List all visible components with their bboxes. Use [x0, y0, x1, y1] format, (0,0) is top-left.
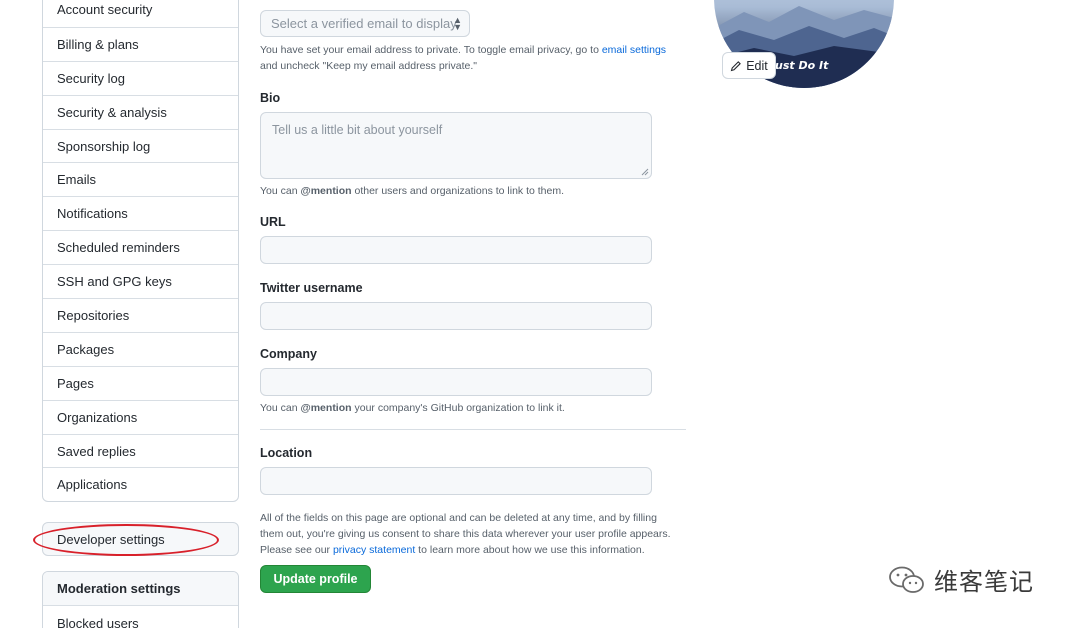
- sidebar-item-label: Saved replies: [57, 443, 136, 459]
- sidebar-item-security-analysis[interactable]: Security & analysis: [43, 94, 238, 129]
- bio-placeholder: Tell us a little bit about yourself: [272, 123, 443, 137]
- sidebar-item-repositories[interactable]: Repositories: [43, 298, 238, 332]
- company-note-text: You can: [260, 402, 301, 414]
- resize-handle-icon[interactable]: [641, 168, 649, 176]
- sidebar-item-label: Repositories: [57, 307, 130, 323]
- moderation-settings-heading: Moderation settings: [43, 572, 238, 606]
- wechat-watermark: 维客笔记: [888, 562, 1034, 597]
- twitter-label: Twitter username: [260, 281, 363, 295]
- sidebar-item-label: Security & analysis: [57, 104, 167, 120]
- wechat-logo-icon: [889, 566, 924, 593]
- section-divider: [260, 429, 686, 430]
- sidebar-item-billing-plans[interactable]: Billing & plans: [43, 26, 238, 61]
- avatar-edit-button[interactable]: Edit: [722, 52, 776, 79]
- bio-note: You can @mention other users and organiz…: [260, 183, 564, 199]
- email-note-text-2: and uncheck "Keep my email address priva…: [260, 60, 477, 72]
- sidebar-item-label: Pages: [57, 375, 94, 391]
- bio-textarea[interactable]: Tell us a little bit about yourself: [260, 112, 652, 179]
- company-input[interactable]: [260, 368, 652, 396]
- sidebar-item-blocked-users[interactable]: Blocked users: [43, 606, 238, 628]
- sidebar-item-label: Organizations: [57, 409, 138, 425]
- sidebar-item-emails[interactable]: Emails: [43, 162, 238, 196]
- pencil-icon: [730, 60, 742, 71]
- twitter-username-input[interactable]: [260, 302, 652, 330]
- sidebar-item-label: Notifications: [57, 206, 128, 222]
- sidebar-item-label: Emails: [57, 172, 97, 188]
- location-label: Location: [260, 446, 313, 460]
- sidebar-item-label: Packages: [57, 341, 115, 357]
- email-note-text: You have set your email address to priva…: [260, 44, 602, 56]
- company-note: You can @mention your company's GitHub o…: [260, 400, 565, 416]
- consent-text-4: to learn more about how we use this info…: [415, 544, 645, 556]
- consent-text-1: All of the fields on this page are optio…: [260, 512, 657, 524]
- sidebar-item-ssh-and-gpg-keys[interactable]: SSH and GPG keys: [43, 264, 238, 298]
- sidebar-item-label: Security log: [57, 70, 125, 86]
- sidebar-item-organizations[interactable]: Organizations: [43, 399, 238, 434]
- company-note-text-2: your company's GitHub organization to li…: [351, 402, 565, 414]
- sidebar-item-label: Developer settings: [57, 531, 165, 547]
- sidebar-item-label: Scheduled reminders: [57, 240, 180, 256]
- bio-note-text-2: other users and organizations to link to…: [351, 185, 565, 197]
- privacy-statement-link[interactable]: privacy statement: [333, 544, 415, 556]
- url-input[interactable]: [260, 236, 652, 264]
- avatar-edit-label: Edit: [746, 58, 768, 73]
- select-caret-icon: ▲ ▼: [453, 15, 462, 32]
- company-note-mention: @mention: [300, 402, 352, 414]
- watermark-text: 维客笔记: [934, 568, 1034, 596]
- profile-consent-note: All of the fields on this page are optio…: [260, 510, 690, 558]
- sidebar-item-label: SSH and GPG keys: [57, 274, 172, 290]
- location-input[interactable]: [260, 467, 652, 495]
- sidebar-item-account-security[interactable]: Account security: [43, 0, 238, 27]
- public-email-select-value: Select a verified email to display: [271, 16, 457, 31]
- consent-text-2: them out, you're giving us consent to sh…: [260, 528, 671, 540]
- email-settings-link[interactable]: email settings: [602, 44, 666, 56]
- consent-text-3: Please see our: [260, 544, 333, 556]
- sidebar-item-security-log[interactable]: Security log: [43, 60, 238, 95]
- sidebar-item-label: Sponsorship log: [57, 138, 151, 154]
- sidebar-item-applications[interactable]: Applications: [43, 467, 238, 501]
- sidebar-item-label: Applications: [57, 477, 128, 493]
- bio-label: Bio: [260, 91, 281, 105]
- sidebar-item-label: Billing & plans: [57, 36, 139, 52]
- bio-note-mention: @mention: [300, 185, 352, 197]
- moderation-settings-panel: Moderation settings Blocked users: [42, 571, 239, 628]
- bio-note-text: You can: [260, 185, 301, 197]
- email-privacy-note: You have set your email address to priva…: [260, 42, 690, 74]
- sidebar-item-label: Account security: [57, 2, 153, 18]
- update-profile-button[interactable]: Update profile: [260, 565, 371, 593]
- settings-sidebar: Account security Billing & plans Security …: [42, 0, 239, 503]
- sidebar-item-saved-replies[interactable]: Saved replies: [43, 433, 238, 468]
- sidebar-item-packages[interactable]: Packages: [43, 331, 238, 366]
- sidebar-item-pages[interactable]: Pages: [43, 365, 238, 400]
- sidebar-item-label: Blocked users: [57, 615, 139, 628]
- sidebar-item-developer-settings[interactable]: Developer settings: [42, 522, 239, 556]
- company-label: Company: [260, 347, 317, 361]
- sidebar-item-notifications[interactable]: Notifications: [43, 196, 238, 230]
- url-label: URL: [260, 215, 286, 229]
- public-email-select[interactable]: Select a verified email to display ▲ ▼: [260, 10, 470, 37]
- avatar-overlay-text: ust Do It: [775, 59, 829, 72]
- sidebar-item-sponsorship-log[interactable]: Sponsorship log: [43, 128, 238, 163]
- sidebar-item-scheduled-reminders[interactable]: Scheduled reminders: [43, 230, 238, 264]
